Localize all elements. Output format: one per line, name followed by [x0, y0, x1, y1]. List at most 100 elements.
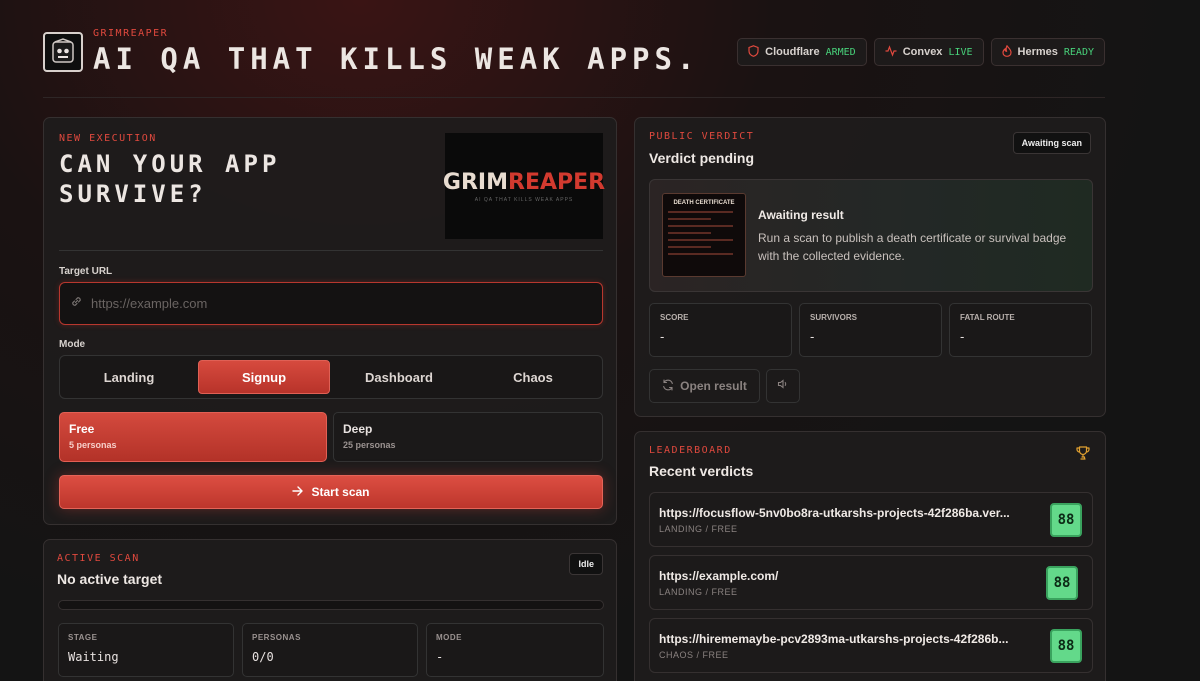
divider [59, 250, 603, 251]
mode-signup-button[interactable]: Signup [198, 360, 330, 394]
plan-free-option[interactable]: Free 5 personas [59, 412, 327, 462]
death-certificate-image: DEATH CERTIFICATE [662, 193, 746, 277]
row-meta: CHAOS / FREE [659, 650, 729, 660]
row-meta: LANDING / FREE [659, 587, 738, 597]
start-scan-label: Start scan [311, 485, 370, 499]
certificate-line [668, 218, 712, 220]
section-label: ACTIVE SCAN [57, 553, 140, 564]
open-result-button[interactable]: Open result [649, 369, 760, 403]
score-badge: 88 [1046, 566, 1078, 600]
brand-name: GRIMREAPER [93, 28, 169, 39]
flame-icon [1001, 44, 1012, 60]
thumbnail-tagline: AI QA THAT KILLS WEAK APPS [474, 196, 574, 203]
mode-label: Mode [59, 339, 86, 350]
stat-key: SCORE [660, 313, 689, 322]
public-verdict-panel: PUBLIC VERDICT Verdict pending Awaiting … [634, 117, 1106, 417]
link-icon [70, 295, 83, 313]
start-scan-button[interactable]: Start scan [59, 475, 603, 509]
volume-icon [777, 377, 789, 395]
target-url-input[interactable] [91, 296, 571, 311]
status-badge: Awaiting scan [1012, 132, 1091, 154]
status-badge: Idle [569, 553, 603, 575]
awaiting-result-title: Awaiting result [758, 208, 844, 222]
certificate-line [668, 232, 712, 234]
certificate-line [668, 253, 733, 255]
plan-personas: 25 personas [343, 440, 396, 450]
plan-name: Free [69, 422, 95, 436]
certificate-line [668, 225, 733, 227]
awaiting-result-text: Run a scan to publish a death certificat… [758, 231, 1067, 263]
score-badge: 88 [1050, 629, 1082, 663]
status-name: Cloudflare [765, 46, 820, 58]
section-label: PUBLIC VERDICT [649, 131, 755, 142]
status-name: Convex [902, 46, 943, 58]
hero-line: SURVIVE? [59, 180, 207, 208]
status-state: READY [1063, 46, 1094, 58]
plan-name: Deep [343, 422, 373, 436]
brand-thumbnail: GRIMREAPER AI QA THAT KILLS WEAK APPS [443, 133, 605, 239]
stat-value: - [960, 329, 965, 344]
mode-landing-button[interactable]: Landing [64, 360, 194, 394]
status-cloudflare[interactable]: Cloudflare ARMED [737, 38, 867, 66]
mode-selector: Landing Signup Dashboard Chaos [59, 355, 603, 399]
row-url: https://example.com/ [659, 569, 779, 583]
hero-line: CAN YOUR APP [59, 150, 281, 178]
thumb-title-b: REAPER [508, 169, 606, 195]
header-divider [43, 97, 1105, 98]
page-title: AI QA THAT KILLS WEAK APPS. [93, 42, 700, 76]
verdict-title: Verdict pending [649, 150, 755, 166]
leaderboard-row[interactable]: https://example.com/ LANDING / FREE 88 [649, 555, 1093, 610]
status-state: ARMED [825, 46, 856, 58]
status-convex[interactable]: Convex LIVE [873, 38, 984, 66]
open-result-label: Open result [680, 379, 747, 393]
stat-key: PERSONAS [252, 633, 301, 642]
row-url: https://focusflow-5nv0bo8ra-utkarshs-pro… [659, 506, 1010, 520]
mode-chaos-button[interactable]: Chaos [468, 360, 598, 394]
trophy-icon [1075, 445, 1091, 466]
stat-key: MODE [436, 633, 462, 642]
status-name: Hermes [1017, 46, 1058, 58]
active-scan-panel: ACTIVE SCAN No active target Idle STAGE … [43, 539, 617, 681]
refresh-icon [662, 378, 674, 394]
section-label: LEADERBOARD [649, 445, 732, 456]
hero-heading: CAN YOUR APP SURVIVE? [59, 149, 280, 209]
mode-dashboard-button[interactable]: Dashboard [334, 360, 464, 394]
mode-stat: MODE - [426, 623, 604, 677]
section-label: NEW EXECUTION [59, 133, 157, 144]
verdict-card: DEATH CERTIFICATE Awaiting result Run a … [649, 179, 1093, 292]
fatal-route-stat: FATAL ROUTE - [949, 303, 1092, 357]
status-chips: Cloudflare ARMED Convex LIVE Hermes READ… [737, 38, 1105, 66]
plan-deep-option[interactable]: Deep 25 personas [333, 412, 603, 462]
status-state: LIVE [948, 46, 973, 58]
row-url: https://hirememaybe-pcv2893ma-utkarshs-p… [659, 632, 1009, 646]
thumbnail-logo: GRIMREAPER [443, 170, 605, 195]
certificate-line [668, 211, 733, 213]
leaderboard-row[interactable]: https://hirememaybe-pcv2893ma-utkarshs-p… [649, 618, 1093, 673]
plan-personas: 5 personas [69, 440, 117, 450]
stat-key: FATAL ROUTE [960, 313, 1015, 322]
score-stat: SCORE - [649, 303, 792, 357]
shield-icon [748, 44, 759, 60]
target-url-field[interactable] [59, 282, 603, 325]
personas-stat: PERSONAS 0/0 [242, 623, 418, 677]
thumb-title-a: GRIM [442, 169, 508, 195]
leaderboard-title: Recent verdicts [649, 463, 754, 479]
row-meta: LANDING / FREE [659, 524, 738, 534]
arrow-right-icon [292, 485, 304, 499]
score-badge: 88 [1050, 503, 1082, 537]
active-target-title: No active target [57, 571, 163, 587]
survivors-stat: SURVIVORS - [799, 303, 942, 357]
sound-button[interactable] [766, 369, 800, 403]
stage-stat: STAGE Waiting [58, 623, 234, 677]
stat-key: STAGE [68, 633, 98, 642]
certificate-title: DEATH CERTIFICATE [673, 200, 735, 206]
activity-icon [885, 44, 897, 60]
reaper-logo-icon[interactable] [43, 32, 83, 72]
status-hermes[interactable]: Hermes READY [990, 38, 1105, 66]
leaderboard-row[interactable]: https://focusflow-5nv0bo8ra-utkarshs-pro… [649, 492, 1093, 547]
scan-progress-bar [58, 600, 604, 610]
stat-value: - [810, 329, 815, 344]
certificate-line [668, 246, 712, 248]
new-execution-panel: NEW EXECUTION CAN YOUR APP SURVIVE? GRIM… [43, 117, 617, 525]
leaderboard-panel: LEADERBOARD Recent verdicts https://focu… [634, 431, 1106, 681]
